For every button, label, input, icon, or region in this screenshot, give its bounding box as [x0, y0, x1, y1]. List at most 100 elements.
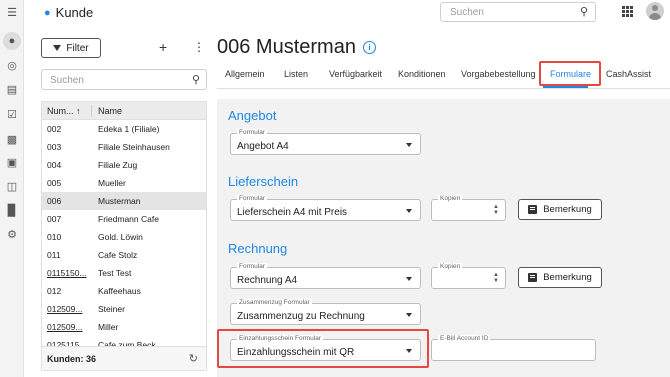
note-icon — [528, 273, 538, 282]
customer-number-cell: 006 — [47, 196, 62, 206]
info-icon[interactable]: i — [362, 41, 376, 54]
section-angebot: Angebot — [228, 108, 277, 123]
apps-grid-icon[interactable] — [622, 6, 633, 17]
table-row[interactable]: 012 Kaffeehaus — [42, 282, 206, 300]
global-search-placeholder: Suchen — [450, 7, 484, 18]
customer-name-cell: Friedmann Cafe — [98, 214, 159, 224]
factory-icon[interactable]: ▩ — [3, 131, 21, 149]
section-rechnung: Rechnung — [228, 241, 288, 256]
customer-table: Num... ↑ Name 002 Edeka 1 (Filiale) 003 Fil… — [41, 101, 207, 371]
rechnung-formular-select[interactable]: Formular Rechnung A4 — [230, 263, 421, 289]
lieferschein-kopien-stepper[interactable]: Kopien ▲ ▼ — [431, 195, 506, 221]
table-row[interactable]: 003 Filiale Steinhausen — [42, 138, 206, 156]
active-tab-indicator — [543, 86, 588, 88]
column-header-number[interactable]: Num... ↑ — [42, 104, 92, 117]
stepper-arrows-icon[interactable]: ▲ ▼ — [493, 204, 499, 216]
page-title: 006 Musterman i — [217, 36, 376, 59]
user-circle-icon[interactable]: ● — [3, 32, 21, 50]
global-search-input[interactable]: Suchen ⚲ — [440, 2, 596, 22]
sort-arrow-icon: ↑ — [76, 105, 81, 116]
customer-number-cell: 004 — [47, 160, 62, 170]
table-header: Num... ↑ Name — [42, 102, 206, 120]
customer-name-cell: Mueller — [98, 178, 126, 188]
top-bar: ● Kunde Suchen ⚲ — [24, 0, 670, 26]
customer-name-cell: Test Test — [98, 268, 132, 278]
table-row[interactable]: 002 Edeka 1 (Filiale) — [42, 120, 206, 138]
customer-number-cell[interactable]: 012509... — [42, 304, 92, 314]
filter-icon — [53, 45, 62, 51]
chevron-down-icon — [406, 209, 412, 213]
customer-name-cell: Steiner — [98, 304, 125, 314]
clipboard-icon[interactable]: ◫ — [3, 178, 21, 196]
person-icon: ● — [44, 6, 51, 19]
angebot-formular-select[interactable]: Formular Angebot A4 — [230, 129, 421, 155]
rechnung-remark-button[interactable]: Bemerkung — [518, 267, 602, 288]
table-row[interactable]: 012509... Miller — [42, 318, 206, 336]
search-icon[interactable]: ⚲ — [192, 73, 200, 86]
avatar[interactable] — [646, 2, 664, 20]
tab-cashassist[interactable]: CashAssist — [606, 69, 651, 79]
table-row[interactable]: 011 Cafe Stolz — [42, 246, 206, 264]
customer-number-cell: 005 — [47, 178, 62, 188]
tab-konditionen[interactable]: Konditionen — [398, 69, 446, 79]
customer-number-cell: 002 — [47, 124, 62, 134]
column-header-name[interactable]: Name — [92, 106, 122, 116]
search-icon[interactable]: ⚲ — [580, 5, 588, 18]
customer-name-cell: Miller — [98, 322, 119, 332]
cart-icon[interactable]: ☑ — [3, 106, 21, 124]
customer-name-cell: Gold. Löwin — [98, 232, 143, 242]
note-icon — [528, 205, 538, 214]
table-row[interactable]: 012509... Steiner — [42, 300, 206, 318]
table-row[interactable]: 004 Filiale Zug — [42, 156, 206, 174]
tab-verfuegbarkeit[interactable]: Verfügbarkeit — [329, 69, 382, 79]
target-icon[interactable]: ◎ — [3, 57, 21, 75]
customer-number-cell: 003 — [47, 142, 62, 152]
app-title: ● Kunde — [44, 5, 93, 20]
app-title-text: Kunde — [55, 5, 94, 20]
customer-name-cell: Edeka 1 (Filiale) — [98, 124, 160, 134]
customer-name-cell: Musterman — [98, 196, 141, 206]
tab-listen[interactable]: Listen — [284, 69, 308, 79]
add-customer-button[interactable]: + — [159, 39, 167, 55]
more-options-icon[interactable]: ⋮ — [193, 40, 205, 54]
customer-search-input[interactable]: Suchen ⚲ — [41, 69, 207, 90]
customer-number-cell: 007 — [47, 214, 62, 224]
customer-number-cell[interactable]: 012509... — [42, 322, 92, 332]
briefcase-icon[interactable]: ▤ — [3, 81, 21, 99]
tab-allgemein[interactable]: Allgemein — [225, 69, 265, 79]
ebill-account-id-input[interactable]: E-Bill Account ID — [431, 335, 596, 361]
menu-icon[interactable]: ☰ — [3, 4, 21, 22]
zusammenzug-formular-select[interactable]: Zusammenzug Formular Zusammenzug zu Rech… — [230, 299, 421, 325]
stepper-arrows-icon[interactable]: ▲ ▼ — [493, 272, 499, 284]
tab-vorgabebestellung[interactable]: Vorgabebestellung — [461, 69, 536, 79]
filter-label: Filter — [66, 42, 89, 54]
customer-name-cell: Filiale Steinhausen — [98, 142, 170, 152]
icon-rail: ☰ ● ◎ ▤ ☑ ▩ ▣ ◫ ▉ ⚙ — [0, 0, 24, 377]
gear-icon[interactable]: ⚙ — [3, 226, 21, 244]
table-row[interactable]: 007 Friedmann Cafe — [42, 210, 206, 228]
lieferschein-formular-select[interactable]: Formular Lieferschein A4 mit Preis — [230, 195, 421, 221]
customer-title: 006 Musterman — [217, 36, 356, 58]
table-row[interactable]: 010 Gold. Löwin — [42, 228, 206, 246]
tab-bar: Allgemein Listen Verfügbarkeit Kondition… — [217, 60, 670, 89]
chevron-down-icon — [406, 313, 412, 317]
customer-count: Kunden: 36 — [47, 353, 97, 364]
rechnung-kopien-stepper[interactable]: Kopien ▲ ▼ — [431, 263, 506, 289]
customer-search-placeholder: Suchen — [50, 75, 84, 86]
tab-highlight-box — [539, 61, 601, 86]
customer-number-cell: 012 — [47, 286, 62, 296]
table-row[interactable]: 005 Mueller — [42, 174, 206, 192]
filter-button[interactable]: Filter — [41, 38, 101, 58]
lieferschein-remark-button[interactable]: Bemerkung — [518, 199, 602, 220]
customer-number-cell[interactable]: 0115150... — [42, 268, 92, 278]
chevron-down-icon — [406, 277, 412, 281]
list-footer: Kunden: 36 ↻ — [42, 346, 206, 370]
table-row[interactable]: 0115150... Test Test — [42, 264, 206, 282]
table-row[interactable]: 006 Musterman — [42, 192, 206, 210]
chevron-down-icon — [406, 143, 412, 147]
refresh-icon[interactable]: ↻ — [189, 352, 198, 365]
money-icon[interactable]: ▣ — [3, 154, 21, 172]
table-body: 002 Edeka 1 (Filiale) 003 Filiale Steinhaus… — [42, 120, 206, 354]
field-highlight-box — [217, 329, 429, 368]
bar-chart-icon[interactable]: ▉ — [3, 202, 21, 220]
